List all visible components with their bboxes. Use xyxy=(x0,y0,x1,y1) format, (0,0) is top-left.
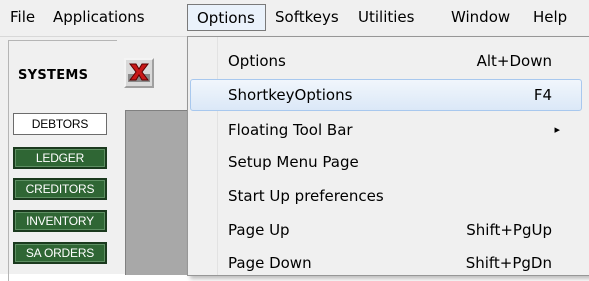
menu-item-page-down[interactable]: Page Down Shift+PgDn xyxy=(190,247,582,279)
menu-item-label: ShortkeyOptions xyxy=(228,86,353,104)
menu-softkeys[interactable]: Softkeys xyxy=(275,4,339,31)
menu-file[interactable]: File xyxy=(10,4,35,31)
menu-options[interactable]: Options xyxy=(187,4,266,31)
menu-utilities[interactable]: Utilities xyxy=(358,4,414,31)
menu-applications[interactable]: Applications xyxy=(53,4,145,31)
document-area xyxy=(125,110,196,275)
inventory-button[interactable]: INVENTORY xyxy=(13,210,107,232)
x-close-icon[interactable] xyxy=(124,58,154,88)
menu-item-shortcut: F4 xyxy=(533,86,552,104)
menu-item-floating-tool-bar[interactable]: Floating Tool Bar ▸ xyxy=(190,114,582,146)
menu-item-shortcut: Shift+PgDn xyxy=(465,254,552,272)
menu-item-shortcut: Shift+PgUp xyxy=(466,221,552,239)
menu-bar: File Applications Options Softkeys Utili… xyxy=(0,0,589,37)
menu-item-shortcut: Alt+Down xyxy=(476,52,552,70)
menu-item-options[interactable]: Options Alt+Down xyxy=(190,45,582,77)
menu-item-label: Options xyxy=(228,52,286,70)
menu-item-shortkeyoptions[interactable]: ShortkeyOptions F4 xyxy=(190,79,582,111)
menu-window[interactable]: Window xyxy=(451,4,510,31)
ledger-button[interactable]: LEDGER xyxy=(13,147,107,169)
menu-item-start-up-preferences[interactable]: Start Up preferences xyxy=(190,180,582,212)
menu-item-setup-menu-page[interactable]: Setup Menu Page xyxy=(190,146,582,178)
sa-orders-button[interactable]: SA ORDERS xyxy=(13,242,107,264)
menu-item-page-up[interactable]: Page Up Shift+PgUp xyxy=(190,214,582,246)
menu-item-label: Floating Tool Bar xyxy=(228,121,353,139)
menu-help[interactable]: Help xyxy=(533,4,567,31)
menu-item-label: Page Up xyxy=(228,221,290,239)
creditors-button[interactable]: CREDITORS xyxy=(13,178,107,200)
submenu-arrow-icon: ▸ xyxy=(554,123,560,136)
menu-item-label: Start Up preferences xyxy=(228,187,384,205)
systems-label: SYSTEMS xyxy=(15,68,92,83)
debtors-button[interactable]: DEBTORS xyxy=(13,113,107,135)
options-dropdown-menu: Options Alt+Down ShortkeyOptions F4 Floa… xyxy=(187,36,589,276)
menu-item-label: Setup Menu Page xyxy=(228,153,359,171)
menu-item-label: Page Down xyxy=(228,254,312,272)
